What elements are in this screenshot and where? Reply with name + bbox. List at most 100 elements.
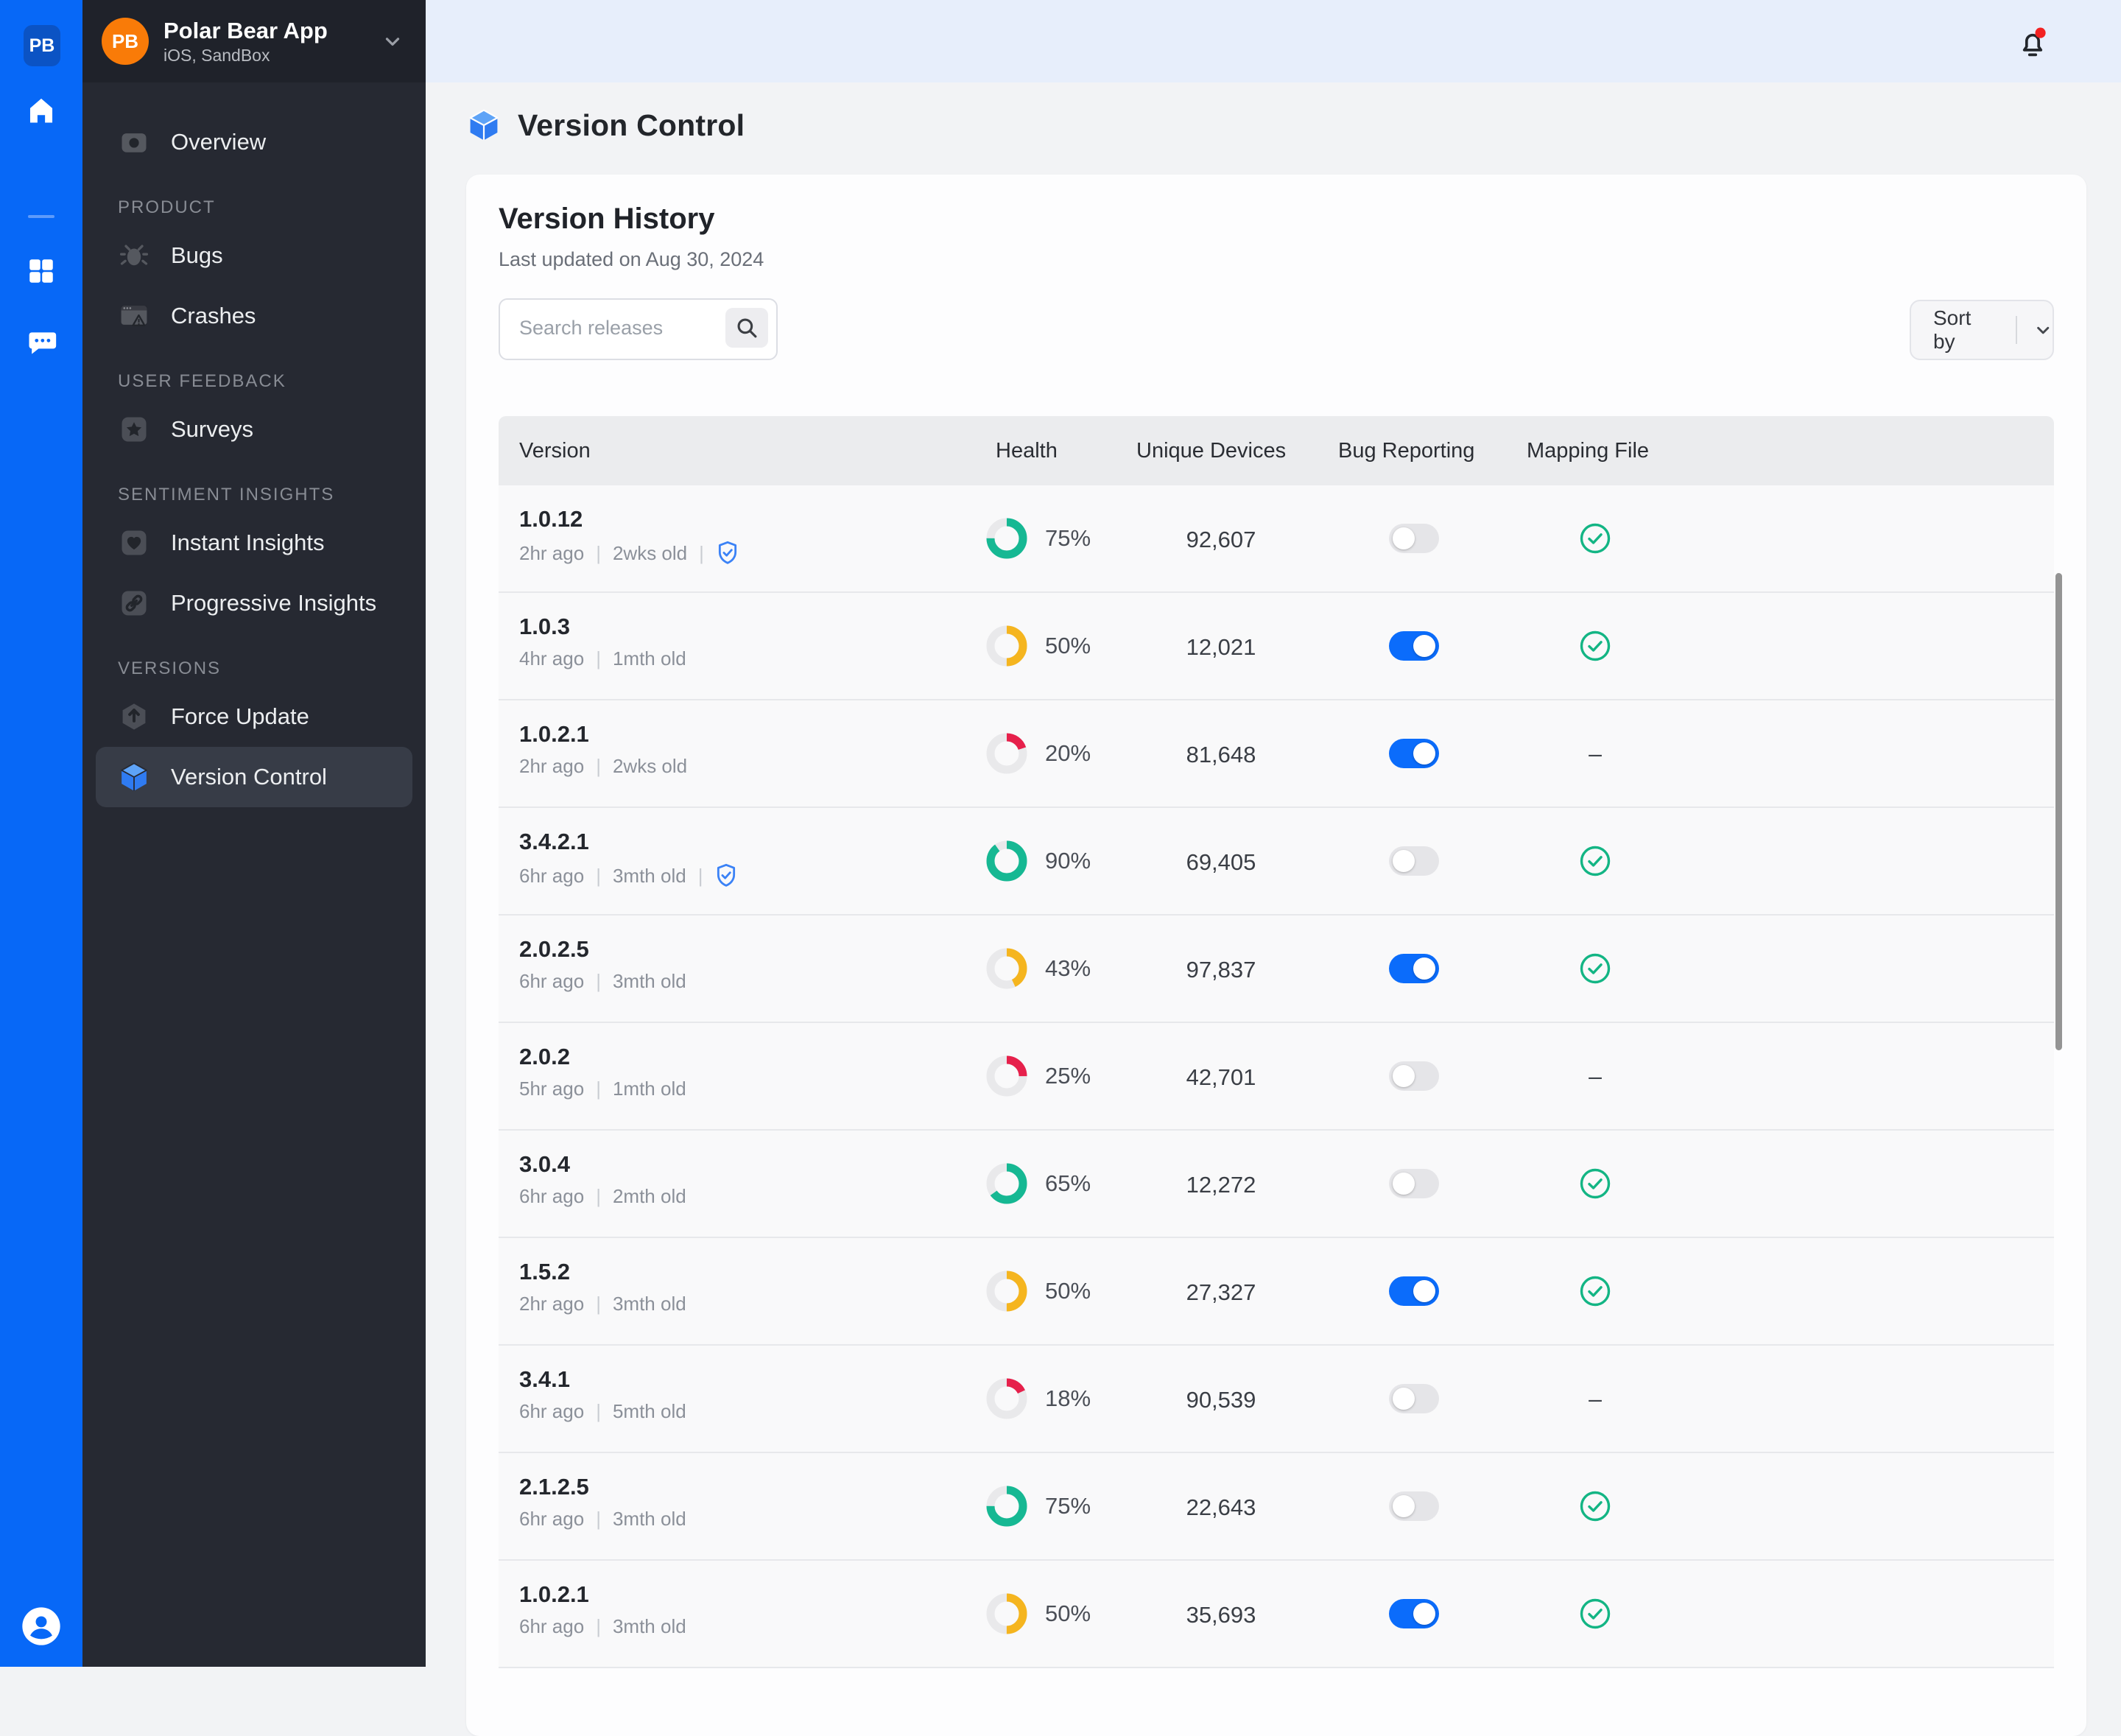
sidebar-item-progressive-insights[interactable]: Progressive Insights <box>82 573 426 633</box>
health-donut <box>986 733 1027 774</box>
version-meta: 6hr ago | 3mth old | <box>519 862 738 889</box>
release-age: 1mth old <box>613 1078 686 1100</box>
workspace-badge[interactable]: PB <box>24 25 60 66</box>
version-row-1.0.2.1: 1.0.2.1 6hr ago | 3mth old 50% 35,693 <box>499 1561 2054 1668</box>
sidebar-item-force-update[interactable]: Force Update <box>82 686 426 747</box>
apps-grid-icon <box>26 256 57 287</box>
version-row-2.0.2.5: 2.0.2.5 6hr ago | 3mth old 43% 97,837 <box>499 916 2054 1023</box>
home-button[interactable] <box>0 90 82 131</box>
icon-rail: PB <box>0 0 82 1667</box>
mapping-file-cell <box>1579 1598 1611 1630</box>
profile-button[interactable] <box>21 1606 62 1647</box>
toggle-knob <box>1413 635 1435 657</box>
release-posted: 5hr ago <box>519 1078 584 1100</box>
page-title: Version Control <box>518 108 745 143</box>
bug-reporting-toggle[interactable] <box>1389 1491 1439 1521</box>
version-meta: 2hr ago | 2wks old | <box>519 540 739 566</box>
unique-devices-value: 27,327 <box>1136 1279 1306 1306</box>
release-age: 5mth old <box>613 1400 686 1423</box>
release-age: 3mth old <box>613 1293 686 1315</box>
meta-separator: | <box>596 1078 601 1100</box>
card-title: Version History <box>499 203 714 236</box>
app-switcher[interactable]: PB Polar Bear App iOS, SandBox <box>82 0 426 82</box>
release-age: 2wks old <box>613 542 687 565</box>
version-cell: 1.0.2.1 2hr ago | 2wks old <box>519 720 687 778</box>
unique-devices-value: 35,693 <box>1136 1602 1306 1628</box>
version-number: 2.0.2 <box>519 1042 686 1072</box>
bug-reporting-toggle[interactable] <box>1389 846 1439 876</box>
release-age: 3mth old <box>613 1508 686 1531</box>
health-percent: 50% <box>1045 1600 1091 1627</box>
sidebar-section-label: VERSIONS <box>82 658 426 679</box>
bug-reporting-toggle[interactable] <box>1389 631 1439 661</box>
bug-reporting-toggle[interactable] <box>1389 1599 1439 1628</box>
unique-devices-value: 90,539 <box>1136 1387 1306 1413</box>
meta-separator: | <box>699 542 704 565</box>
sidebar-item-overview[interactable]: Overview <box>82 112 426 172</box>
mapping-check-icon <box>1579 1598 1611 1630</box>
bug-reporting-toggle[interactable] <box>1389 1061 1439 1091</box>
scrollbar-thumb[interactable] <box>2055 573 2062 1050</box>
sidebar-item-surveys[interactable]: Surveys <box>82 399 426 460</box>
version-cell: 3.0.4 6hr ago | 2mth old <box>519 1150 686 1208</box>
sidebar-item-label: Version Control <box>171 764 327 790</box>
bug-reporting-toggle[interactable] <box>1389 1384 1439 1413</box>
meta-separator: | <box>596 865 601 888</box>
chevron-down-icon <box>381 30 404 52</box>
bug-reporting-toggle[interactable] <box>1389 954 1439 983</box>
sidebar-item-instant-insights[interactable]: Instant Insights <box>82 513 426 573</box>
mapping-file-cell <box>1579 630 1611 662</box>
unique-devices-value: 22,643 <box>1136 1494 1306 1521</box>
search-input[interactable] <box>500 300 733 356</box>
bug-reporting-toggle[interactable] <box>1389 524 1439 553</box>
apps-button[interactable] <box>0 250 82 292</box>
meta-separator: | <box>596 542 601 565</box>
sidebar-item-crashes[interactable]: Crashes <box>82 286 426 346</box>
toggle-knob <box>1413 957 1435 980</box>
version-number: 1.0.3 <box>519 612 686 642</box>
sidebar-section-label: SENTIMENT INSIGHTS <box>82 485 426 505</box>
version-row-3.0.4: 3.0.4 6hr ago | 2mth old 65% 12,272 <box>499 1131 2054 1238</box>
sidebar-item-version-control[interactable]: Version Control <box>96 747 412 807</box>
version-meta: 5hr ago | 1mth old <box>519 1078 686 1100</box>
toggle-knob <box>1393 1388 1415 1410</box>
version-cell: 1.0.3 4hr ago | 1mth old <box>519 612 686 670</box>
health-donut <box>986 1055 1027 1097</box>
user-avatar-icon <box>21 1606 62 1647</box>
sort-by-button[interactable]: Sort by <box>1910 300 2054 360</box>
health-cell: 25% <box>986 1055 1091 1097</box>
health-donut <box>986 1271 1027 1312</box>
release-age: 1mth old <box>613 647 686 670</box>
mapping-file-cell <box>1579 845 1611 877</box>
app-avatar: PB <box>102 18 149 65</box>
app-window: PB PB <box>0 0 2121 1667</box>
release-posted: 2hr ago <box>519 1293 584 1315</box>
mapping-file-cell: – <box>1579 1382 1611 1415</box>
mapping-file-cell <box>1579 952 1611 985</box>
mapping-file-cell <box>1579 522 1611 555</box>
version-meta: 6hr ago | 2mth old <box>519 1185 686 1208</box>
notifications-button[interactable] <box>2015 24 2050 62</box>
health-cell: 65% <box>986 1163 1091 1204</box>
version-number: 1.0.12 <box>519 505 739 534</box>
bug-reporting-toggle[interactable] <box>1389 739 1439 768</box>
crash-icon <box>118 300 150 332</box>
mapping-check-icon <box>1579 1275 1611 1307</box>
version-cell: 1.0.12 2hr ago | 2wks old | <box>519 505 739 566</box>
mapping-file-cell: – <box>1579 1060 1611 1092</box>
bug-reporting-toggle[interactable] <box>1389 1169 1439 1198</box>
meta-separator: | <box>596 1293 601 1315</box>
bug-icon <box>118 239 150 272</box>
release-age: 3mth old <box>613 970 686 993</box>
chat-button[interactable] <box>0 323 82 364</box>
search-button[interactable] <box>725 308 768 348</box>
release-posted: 2hr ago <box>519 542 584 565</box>
version-meta: 6hr ago | 5mth old <box>519 1400 686 1423</box>
version-row-1.0.12: 1.0.12 2hr ago | 2wks old | 75% 92,607 <box>499 485 2054 593</box>
health-cell: 75% <box>986 1486 1091 1527</box>
force-update-icon <box>118 700 150 733</box>
column-header-mapping-file: Mapping File <box>1527 416 1649 485</box>
sidebar-item-bugs[interactable]: Bugs <box>82 225 426 286</box>
last-updated-text: Last updated on Aug 30, 2024 <box>499 248 764 271</box>
bug-reporting-toggle[interactable] <box>1389 1276 1439 1306</box>
